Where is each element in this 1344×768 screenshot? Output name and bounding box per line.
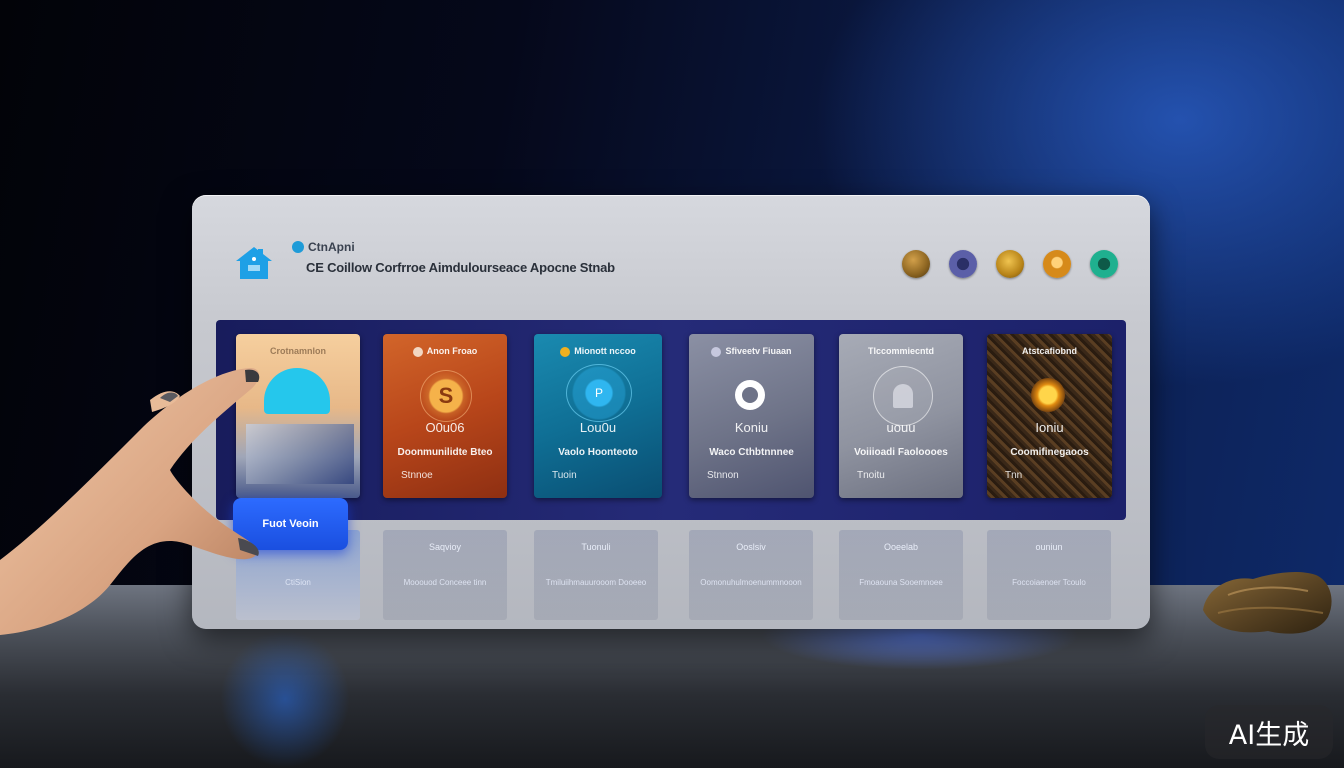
card-subtitle: Stnnoe	[401, 470, 433, 481]
gold-ornament-icon	[1031, 378, 1065, 412]
reflection-sub: Mooouod Conceee tinn	[403, 578, 487, 587]
bronze-coin-icon[interactable]	[902, 250, 930, 278]
button-reflection	[220, 630, 350, 768]
reflection-label: Saqvioy	[428, 542, 462, 552]
card-header: Anon Froao	[383, 346, 507, 357]
cyan-target-icon: P	[566, 364, 632, 422]
card-header: Crotnamnlon	[270, 346, 326, 356]
app-card-4[interactable]: Sfiveetv Fiuaan Koniu Waco Cthbtnnnee St…	[689, 334, 814, 498]
card-subtitle: Tnoitu	[857, 470, 885, 481]
card-code: Koniu	[734, 420, 769, 435]
app-title: CE Coillow Corfrroe Aimdulourseace Apocn…	[306, 260, 615, 275]
orange-coin-icon[interactable]	[1043, 250, 1071, 278]
brand-dot-icon	[292, 241, 304, 253]
purple-disc-icon[interactable]	[949, 250, 977, 278]
device-panel: CtnApni CE Coillow Corfrroe Aimduloursea…	[192, 195, 1150, 629]
teal-disc-icon[interactable]	[1090, 250, 1118, 278]
card-subtitle: Tnn	[1005, 470, 1023, 481]
card-dot-icon	[412, 346, 423, 357]
card-header: Tlccommiecntd	[867, 346, 934, 356]
reflection-sub: Fmoaouna Sooemnoee	[859, 578, 943, 587]
white-ring-icon	[735, 380, 765, 410]
card-subtitle: Tuoin	[552, 470, 577, 481]
reflection-label: Tuonuli	[581, 542, 611, 552]
app-card-5[interactable]: Tlccommiecntd uouu Voiiioadi Faoloooes T…	[839, 334, 963, 498]
app-card-2[interactable]: Anon Froao S O0u06 Doonmunilidte Bteo St…	[383, 334, 507, 498]
header-icon-bar	[902, 250, 1118, 278]
reflection-label: Ooslsiv	[736, 542, 766, 552]
reflection-row: Saqvioy Tuonuli Ooslsiv Ooeelab ouniun C…	[216, 530, 1126, 620]
gold-coin-icon[interactable]	[996, 250, 1024, 278]
card-title: Vaolo Hoonteoto	[558, 447, 638, 458]
card-code: Lou0u	[579, 420, 617, 435]
card-panel: Crotnamnlon Anon Froao S O0u06 Doonmunil…	[216, 320, 1126, 520]
card-title: Voiiioadi Faoloooes	[854, 447, 948, 458]
grey-bell-icon	[873, 366, 933, 426]
orange-s-coin-icon: S	[420, 370, 472, 422]
hand-image	[0, 368, 260, 635]
card-title: Doonmunilidte Bteo	[397, 447, 493, 458]
card-dot-icon	[560, 346, 571, 357]
reflection-sub: Oomonuhulmoenummnooon	[700, 578, 802, 587]
card-dot-icon	[711, 346, 722, 357]
reflection-sub: Tmiluiihmauurooom Dooeeo	[545, 578, 647, 587]
ai-generated-watermark: AI生成	[1205, 705, 1333, 759]
reflection-label: Ooeelab	[883, 542, 919, 552]
house-logo-icon	[236, 247, 272, 279]
card-code: Ioniu	[1035, 420, 1064, 435]
reflection-label: ouniun	[1035, 542, 1063, 552]
card-subtitle: Stnnon	[707, 470, 739, 481]
card-title: Waco Cthbtnnnee	[709, 447, 794, 458]
card-header: Sfiveetv Fiuaan	[689, 346, 814, 357]
reflection-sub: Foccoiaenoer Tcoulo	[1012, 578, 1086, 587]
app-card-6[interactable]: Atstcafiobnd Ioniu Coomifinegaoos Tnn	[987, 334, 1112, 498]
card-code: O0u06	[425, 420, 465, 435]
brand-name: CtnApni	[308, 240, 355, 254]
metallic-object	[1203, 572, 1332, 634]
card-code: uouu	[886, 420, 916, 435]
card-header: Mionott nccoo	[534, 346, 662, 357]
card-title: Coomifinegaoos	[1010, 447, 1089, 458]
card-header: Atstcafiobnd	[1022, 346, 1077, 356]
app-card-3[interactable]: Mionott nccoo P Lou0u Vaolo Hoonteoto Tu…	[534, 334, 662, 498]
